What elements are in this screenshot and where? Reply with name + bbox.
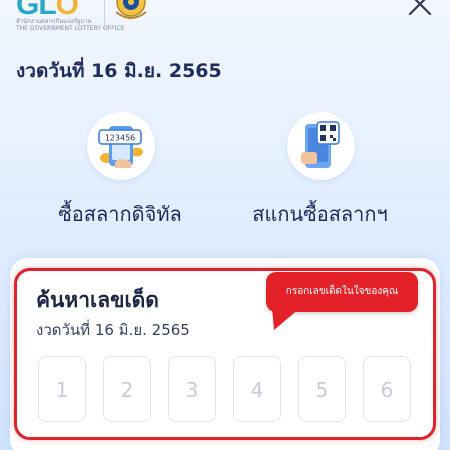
- digit-input-1[interactable]: 1: [38, 356, 86, 422]
- hint-tooltip: กรอกเลขเด็ดในใจของคุณ: [266, 272, 418, 312]
- digit-input-5[interactable]: 5: [298, 356, 346, 422]
- digit-input-4[interactable]: 4: [233, 356, 281, 422]
- scan-buy-icon-circle: [287, 112, 355, 180]
- scan-buy-lottery-button[interactable]: สแกนซื้อสลากฯ: [230, 112, 410, 226]
- digit-input-3[interactable]: 3: [168, 356, 216, 422]
- digit-input-6[interactable]: 6: [363, 356, 411, 422]
- phone-qr-scan-icon: [301, 121, 340, 168]
- close-icon[interactable]: [404, 0, 436, 22]
- draw-date-title: งวดวันที่ 16 มิ.ย. 2565: [16, 60, 222, 82]
- digit-input-2[interactable]: 2: [103, 356, 151, 422]
- search-draw-date: งวดวันที่ 16 มิ.ย. 2565: [36, 321, 190, 339]
- tooltip-tail-icon: [272, 308, 300, 330]
- search-title: ค้นหาเลขเด็ด: [36, 288, 159, 312]
- scan-buy-label: สแกนซื้อสลากฯ: [252, 202, 388, 226]
- buy-digital-label: ซื้อสลากดิจิทัล: [58, 202, 182, 226]
- buy-digital-lottery-button[interactable]: 123456 ซื้อสลากดิจิทัล: [30, 112, 210, 226]
- buy-digital-icon-circle: 123456: [87, 112, 155, 180]
- government-emblem-icon: [115, 0, 147, 19]
- app-header: GLO สำนักงานสลากกินแบ่งรัฐบาล THE GOVERN…: [0, 0, 450, 40]
- hint-tooltip-text: กรอกเลขเด็ดในใจของคุณ: [285, 286, 399, 297]
- phone-ticket-coins-icon: 123456: [98, 126, 143, 168]
- ticket-number-text: 123456: [105, 134, 136, 143]
- logo-divider: [104, 0, 105, 28]
